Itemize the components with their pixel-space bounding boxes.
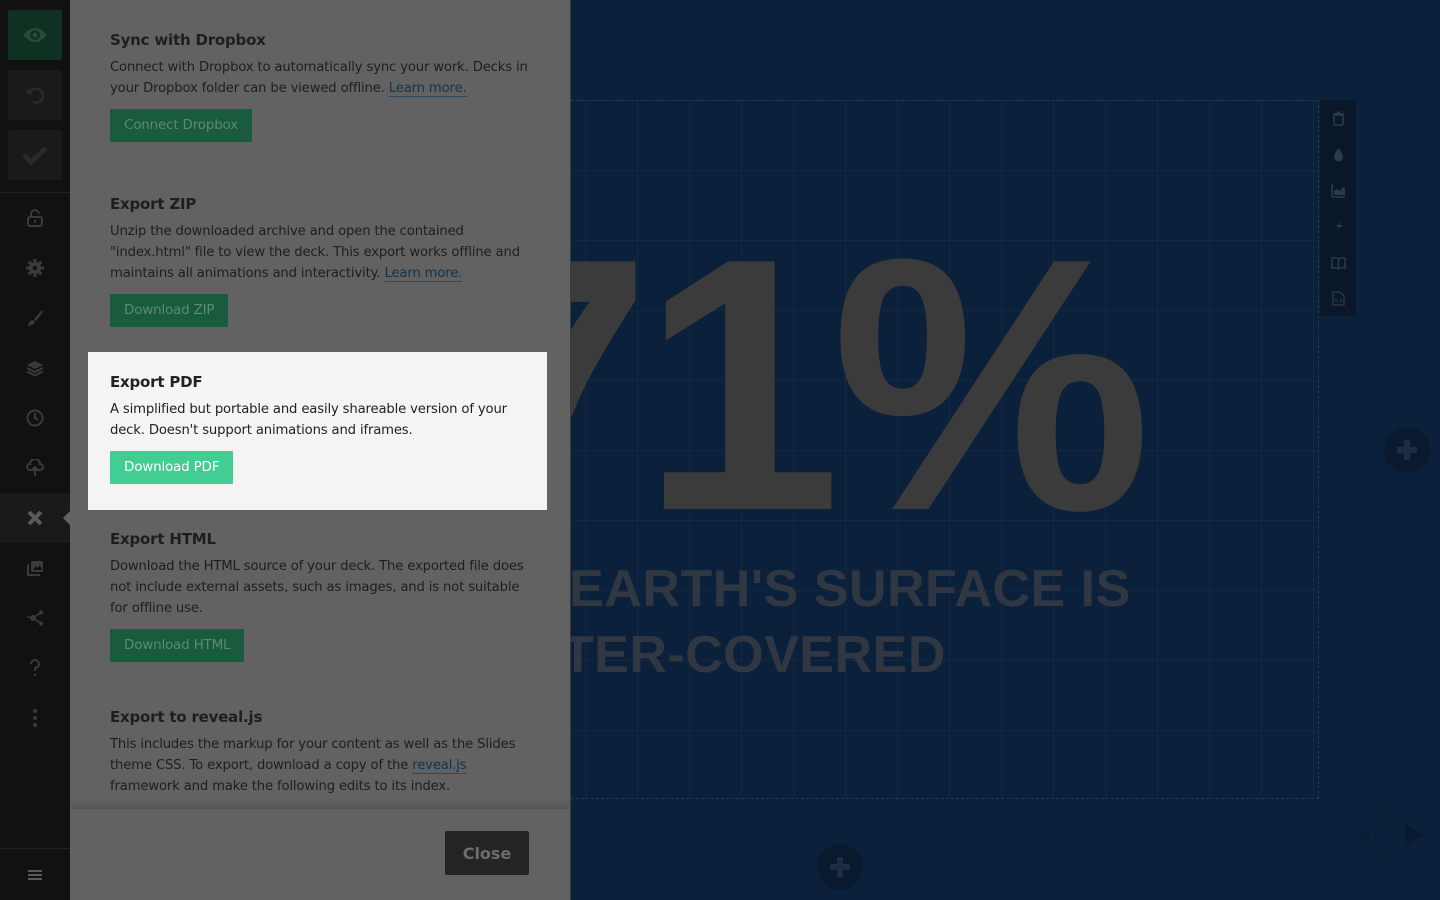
sidebar-item-media[interactable] [0,543,70,593]
more-vertical-icon [33,709,37,727]
subtitle-line-2: WATER-COVERED [571,626,946,684]
section-export-html: Export HTML Download the HTML source of … [110,529,540,662]
section-description: Unzip the downloaded archive and open th… [110,221,540,284]
section-export-pdf: Export PDF A simplified but portable and… [88,352,547,510]
panel-footer: Close [70,808,570,900]
connect-dropbox-button[interactable]: Connect Dropbox [110,109,252,142]
close-icon [27,510,43,526]
unlock-icon [27,209,43,227]
section-title: Export HTML [110,530,216,548]
sidebar-item-more[interactable] [0,693,70,743]
add-slide-down-button[interactable] [817,844,863,890]
sidebar-item-style[interactable] [0,293,70,343]
sidebar [0,0,70,900]
slide-subtitle[interactable]: OF EARTH'S SURFACE IS WATER-COVERED [571,556,1131,688]
droplet-icon [1333,147,1343,161]
slide-big-number[interactable]: 71% [571,205,1152,565]
code-file-icon [1331,290,1345,306]
background-image-button[interactable] [1320,172,1356,208]
description-text: framework and make the following edits t… [110,779,451,794]
download-pdf-button[interactable]: Download PDF [110,451,234,484]
plus-icon [1397,440,1417,460]
download-html-button[interactable]: Download HTML [110,629,245,662]
section-title: Export ZIP [110,195,197,213]
export-panel-scroll[interactable]: Sync with Dropbox Connect with Dropbox t… [70,0,570,808]
eye-icon [23,28,47,42]
nav-down-icon[interactable] [1379,852,1393,866]
undo-icon [27,87,45,104]
transitions-button[interactable] [1320,208,1356,244]
save-button[interactable] [8,130,62,180]
nav-right-icon[interactable] [1405,823,1423,847]
undo-button[interactable] [8,70,62,120]
menu-button[interactable] [0,848,70,900]
active-indicator-arrow [63,511,70,525]
download-zip-button[interactable]: Download ZIP [110,294,229,327]
delete-slide-button[interactable] [1320,100,1356,136]
slide-navigation [1341,790,1431,880]
menu-icon [28,869,42,880]
section-dropbox: Sync with Dropbox Connect with Dropbox t… [110,30,540,142]
sidebar-item-export[interactable] [0,493,70,543]
learn-more-link[interactable]: Learn more. [384,266,462,282]
trash-icon [1332,111,1344,126]
learn-more-link[interactable]: Learn more. [388,81,467,97]
clock-icon [26,409,44,427]
slide-html-button[interactable] [1320,280,1356,316]
slide-toolbar [1320,100,1356,316]
book-icon [1330,256,1346,270]
speaker-notes-button[interactable] [1320,244,1356,280]
sidebar-item-revisions[interactable] [0,393,70,443]
section-description: Connect with Dropbox to automatically sy… [110,57,540,99]
preview-button[interactable] [8,10,62,60]
question-icon [30,659,40,677]
layers-icon [26,361,44,377]
nav-left-icon[interactable] [1355,828,1369,842]
sidebar-item-help[interactable] [0,643,70,693]
section-title: Sync with Dropbox [110,31,266,49]
section-title: Export PDF [110,373,203,391]
section-description: This includes the markup for your conten… [110,734,540,797]
images-icon [27,561,43,576]
nav-up-icon[interactable] [1379,804,1393,818]
checkmark-icon [22,146,48,165]
section-description: A simplified but portable and easily sha… [110,402,507,438]
section-description: Download the HTML source of your deck. T… [110,559,524,616]
background-color-button[interactable] [1320,136,1356,172]
lightning-icon [1333,219,1343,233]
subtitle-line-1: OF EARTH'S SURFACE IS [571,560,1131,618]
sidebar-item-share[interactable] [0,593,70,643]
slide-canvas: 71% OF EARTH'S SURFACE IS WATER-COVERED [571,0,1440,900]
chart-icon [1330,183,1345,198]
add-slide-right-button[interactable] [1384,427,1430,473]
sidebar-item-settings[interactable] [0,243,70,293]
section-export-zip: Export ZIP Unzip the downloaded archive … [110,194,540,327]
export-panel: Sync with Dropbox Connect with Dropbox t… [70,0,570,900]
sidebar-item-import[interactable] [0,443,70,493]
revealjs-link[interactable]: reveal.js [412,758,467,774]
cloud-upload-icon [26,459,44,476]
brush-icon [28,310,43,326]
share-icon [26,610,43,626]
sidebar-item-lock[interactable] [0,193,70,243]
section-export-reveal: Export to reveal.js This includes the ma… [110,707,540,797]
close-button[interactable]: Close [445,831,529,875]
gear-icon [26,259,44,277]
plus-icon [830,857,850,877]
section-title: Export to reveal.js [110,708,263,726]
sidebar-item-arrange[interactable] [0,343,70,393]
